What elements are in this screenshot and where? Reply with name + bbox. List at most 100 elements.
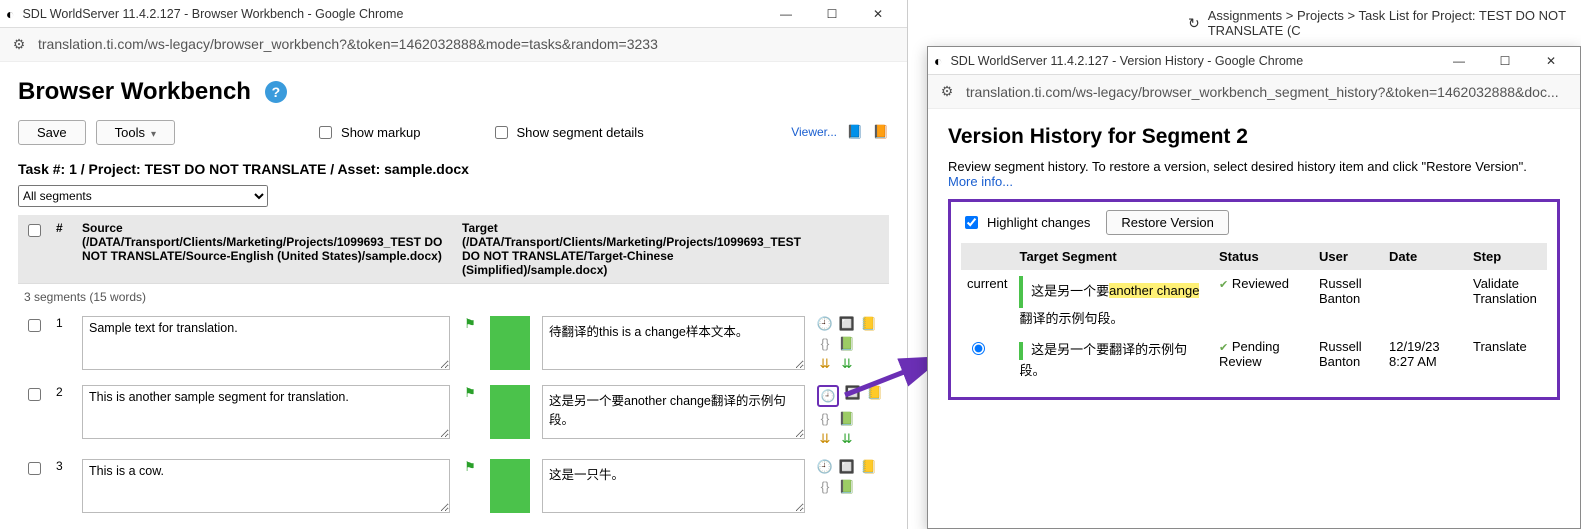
site-settings-icon[interactable]: ⚙ xyxy=(10,35,28,53)
arrows-down-green-icon[interactable]: ⇊ xyxy=(839,431,855,447)
target-textarea[interactable] xyxy=(542,459,805,513)
description-text: Review segment history. To restore a ver… xyxy=(948,159,1527,174)
date-cell xyxy=(1383,270,1467,333)
row-checkbox[interactable] xyxy=(28,462,41,475)
tgt-pre: 这是另一个要 xyxy=(1031,283,1109,298)
page-title: Browser Workbench xyxy=(18,78,251,106)
show-segdetails-label: Show segment details xyxy=(517,125,644,140)
table-row: 1 ⚑ 🕘 🔲 📒 {} xyxy=(18,310,889,379)
col-target: Target (/DATA/Transport/Clients/Marketin… xyxy=(456,215,811,284)
history-icon[interactable]: 🕘 xyxy=(817,459,833,475)
window-title: SDL WorldServer 11.4.2.127 - Browser Wor… xyxy=(22,7,755,21)
history-icon[interactable]: 🕘 xyxy=(817,316,833,332)
status-flag-icon[interactable]: ⚑ xyxy=(462,385,478,401)
task-line: Task #: 1 / Project: TEST DO NOT TRANSLA… xyxy=(18,161,889,177)
status-cell: ✔ Pending Review xyxy=(1213,333,1313,385)
tm-icon[interactable]: 🔲 xyxy=(839,316,855,332)
right-titlebar: ◐ SDL WorldServer 11.4.2.127 - Version H… xyxy=(928,47,1580,75)
col-status: Status xyxy=(1213,243,1313,270)
show-segdetails-input[interactable] xyxy=(495,126,508,139)
table-row: 3 ⚑ 🕘 🔲 📒 {} xyxy=(18,453,889,522)
user-cell: Russell Banton xyxy=(1313,270,1383,333)
table-row: 2 ⚑ 🕘 🔲 📒 {} xyxy=(18,379,889,453)
history-row[interactable]: 这是另一个要翻译的示例句段。 ✔ Pending Review Russell … xyxy=(961,333,1547,385)
tgt-highlight: another change xyxy=(1109,283,1199,298)
viewer-link[interactable]: Viewer... xyxy=(791,125,837,139)
refresh-icon[interactable]: ↻ xyxy=(1188,15,1200,32)
arrows-down-icon[interactable]: ⇊ xyxy=(817,431,833,447)
tm-icon[interactable]: 🔲 xyxy=(839,459,855,475)
match-indicator xyxy=(490,316,530,370)
left-address-bar: ⚙ translation.ti.com/ws-legacy/browser_w… xyxy=(0,28,907,62)
code-icon[interactable]: {} xyxy=(817,336,833,352)
code-icon[interactable]: {} xyxy=(817,479,833,495)
step-cell: Translate xyxy=(1467,333,1547,385)
description: Review segment history. To restore a ver… xyxy=(948,159,1560,189)
add-note-icon[interactable]: 📗 xyxy=(839,479,855,495)
col-source: Source (/DATA/Transport/Clients/Marketin… xyxy=(76,215,456,284)
status-flag-icon[interactable]: ⚑ xyxy=(462,316,478,332)
doc-icon-2[interactable]: 📙 xyxy=(873,124,889,140)
row-checkbox[interactable] xyxy=(28,388,41,401)
show-markup-input[interactable] xyxy=(319,126,332,139)
col-step: Step xyxy=(1467,243,1547,270)
history-row-current[interactable]: current 这是另一个要another change翻译的示例句段。 ✔ R… xyxy=(961,270,1547,333)
tgt-full: 这是另一个要翻译的示例句段。 xyxy=(1019,342,1187,378)
target-textarea[interactable] xyxy=(542,316,805,370)
save-button[interactable]: Save xyxy=(18,120,86,145)
close-button[interactable]: ✕ xyxy=(1528,47,1574,75)
highlight-changes-checkbox[interactable]: Highlight changes xyxy=(961,213,1090,232)
maximize-button[interactable]: ☐ xyxy=(1482,47,1528,75)
source-textarea[interactable] xyxy=(82,316,450,370)
row-checkbox[interactable] xyxy=(28,319,41,332)
version-history-heading: Version History for Segment 2 xyxy=(948,125,1560,149)
minimize-button[interactable]: — xyxy=(1436,47,1482,75)
notes-icon[interactable]: 📒 xyxy=(861,316,877,332)
history-row-radio[interactable] xyxy=(972,342,985,355)
match-indicator xyxy=(490,459,530,513)
highlighted-region: Highlight changes Restore Version Target… xyxy=(948,199,1560,400)
show-markup-label: Show markup xyxy=(341,125,420,140)
status-cell: ✔ Reviewed xyxy=(1213,270,1313,333)
maximize-button[interactable]: ☐ xyxy=(809,0,855,28)
minimize-button[interactable]: — xyxy=(763,0,809,28)
close-button[interactable]: ✕ xyxy=(855,0,901,28)
match-bar-icon xyxy=(1019,342,1023,360)
doc-icon-1[interactable]: 📘 xyxy=(847,124,863,140)
source-textarea[interactable] xyxy=(82,459,450,513)
status-icon: ✔ xyxy=(1219,342,1228,354)
version-history-icon[interactable]: 🕘 xyxy=(817,385,839,407)
target-segment-cell: 这是另一个要another change 翻译的示例句段。 xyxy=(1013,270,1213,333)
right-address-bar: ⚙ translation.ti.com/ws-legacy/browser_w… xyxy=(928,75,1580,109)
url-text[interactable]: translation.ti.com/ws-legacy/browser_wor… xyxy=(966,84,1559,100)
code-icon[interactable]: {} xyxy=(817,411,833,427)
app-icon: ◐ xyxy=(934,53,942,69)
show-markup-checkbox[interactable]: Show markup xyxy=(315,123,420,142)
restore-version-button[interactable]: Restore Version xyxy=(1106,210,1229,235)
site-settings-icon[interactable]: ⚙ xyxy=(938,83,956,101)
segment-table: # Source (/DATA/Transport/Clients/Market… xyxy=(18,215,889,522)
window-title: SDL WorldServer 11.4.2.127 - Version His… xyxy=(950,54,1428,68)
help-icon[interactable]: ? xyxy=(265,81,287,103)
select-all-checkbox[interactable] xyxy=(28,224,41,237)
date-cell: 12/19/23 8:27 AM xyxy=(1383,333,1467,385)
more-info-link[interactable]: More info... xyxy=(948,174,1013,189)
status-flag-icon[interactable]: ⚑ xyxy=(462,459,478,475)
add-note-icon[interactable]: 📗 xyxy=(839,411,855,427)
background-breadcrumb-bar: ↻ Assignments > Projects > Task List for… xyxy=(1178,0,1581,46)
target-textarea[interactable] xyxy=(542,385,805,439)
left-titlebar: ◐ SDL WorldServer 11.4.2.127 - Browser W… xyxy=(0,0,907,28)
tgt-post: 翻译的示例句段。 xyxy=(1019,311,1123,326)
left-window: ◐ SDL WorldServer 11.4.2.127 - Browser W… xyxy=(0,0,908,529)
source-textarea[interactable] xyxy=(82,385,450,439)
arrows-down-icon[interactable]: ⇊ xyxy=(817,356,833,372)
tools-button[interactable]: Tools xyxy=(96,120,175,145)
highlight-changes-input[interactable] xyxy=(965,216,978,229)
show-segdetails-checkbox[interactable]: Show segment details xyxy=(491,123,644,142)
status-icon: ✔ xyxy=(1219,279,1228,291)
match-bar-icon xyxy=(1019,276,1023,308)
url-text[interactable]: translation.ti.com/ws-legacy/browser_wor… xyxy=(38,36,658,52)
segment-filter-select[interactable]: All segments xyxy=(18,185,268,207)
notes-icon[interactable]: 📒 xyxy=(861,459,877,475)
history-table: Target Segment Status User Date Step cur… xyxy=(961,243,1547,385)
